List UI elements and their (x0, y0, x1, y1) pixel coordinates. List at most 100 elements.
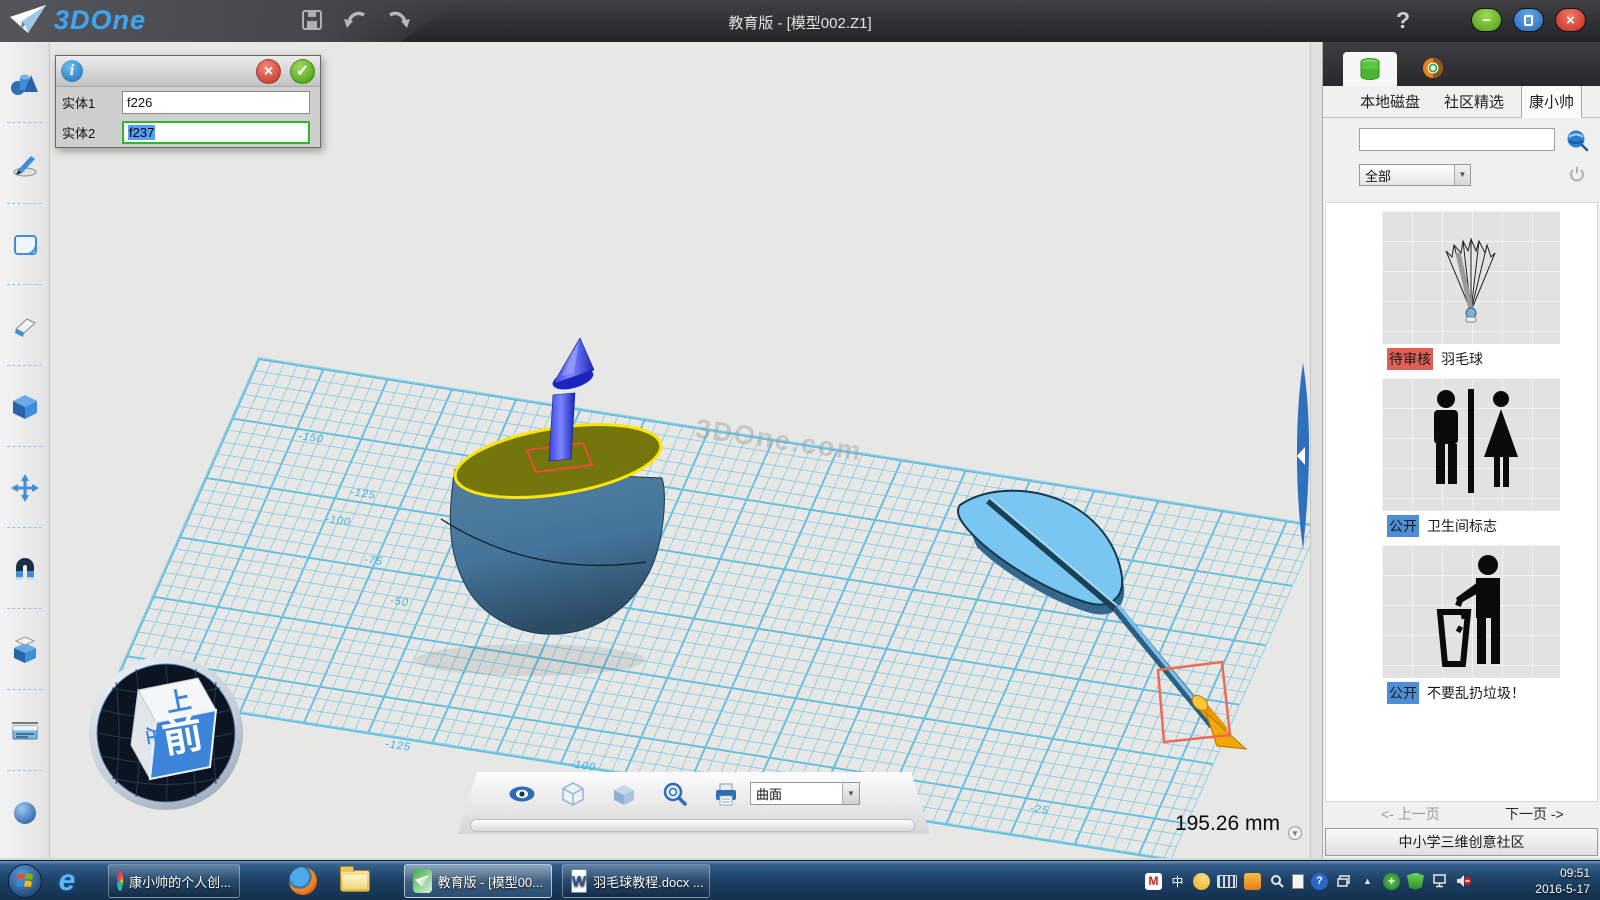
tool-surface[interactable] (0, 204, 49, 285)
tool-primitive-solids[interactable] (0, 42, 49, 123)
help-tray-icon[interactable]: ? (1311, 873, 1328, 890)
display-mode-value: 曲面 (751, 784, 842, 803)
mail-tray-icon[interactable]: M (1145, 873, 1162, 890)
360-tray-icon[interactable]: + (1383, 873, 1400, 890)
dialog-header[interactable]: i × ✓ (56, 56, 320, 87)
input-method-indicator[interactable]: 中 (1169, 873, 1186, 890)
community-tab[interactable] (1413, 54, 1453, 82)
measurement-readout: 195.26 mm (1060, 812, 1280, 836)
panel-collapse-handle[interactable] (1292, 360, 1310, 552)
chevron-down-icon[interactable]: ▼ (842, 783, 859, 804)
status-badge: 待审核 (1387, 348, 1433, 370)
help-icon[interactable]: ? (1396, 7, 1410, 34)
tool-combine[interactable] (0, 609, 49, 690)
list-item[interactable]: 待审核 羽毛球 (1326, 211, 1597, 370)
tray-time: 09:51 (1535, 865, 1590, 881)
list-item[interactable]: 公开 不要乱扔垃圾！ (1326, 545, 1597, 704)
shaded-cube-icon[interactable] (610, 780, 638, 808)
network-tray-icon[interactable] (1431, 873, 1448, 890)
boolean-operation-dialog: i × ✓ 实体1 f226 实体2 f237 (55, 55, 321, 148)
dome-solid[interactable] (415, 412, 666, 676)
prev-page-button[interactable]: <- 上一页 (1381, 804, 1440, 824)
measure-icon (10, 716, 40, 746)
taskbar-clock[interactable]: 09:51 2016-5-17 (1535, 865, 1590, 897)
left-toolbar (0, 42, 50, 858)
confirm-icon[interactable]: ✓ (290, 59, 315, 84)
window-restore-tray-icon[interactable] (1335, 873, 1352, 890)
primitive-solids-icon (10, 68, 40, 98)
keyboard-tray-icon[interactable] (1217, 875, 1237, 888)
tab-local-disk[interactable]: 本地磁盘 (1353, 86, 1427, 117)
local-database-tab[interactable] (1343, 52, 1397, 86)
chevron-down-icon: ▼ (1454, 165, 1470, 185)
print-icon[interactable] (712, 780, 740, 808)
magnifier-tray-icon[interactable] (1268, 873, 1285, 890)
volume-muted-tray-icon[interactable] (1455, 873, 1472, 890)
category-filter-select[interactable]: 全部 ▼ (1359, 164, 1471, 186)
taskbar-button-3done[interactable]: 教育版 - [模型00... (404, 864, 552, 898)
entity1-label: 实体1 (62, 93, 122, 112)
search-input[interactable] (1359, 128, 1555, 151)
next-page-button[interactable]: 下一页 -> (1505, 804, 1564, 824)
tool-move[interactable] (0, 447, 49, 528)
model-name: 羽毛球 (1441, 349, 1483, 369)
tab-user[interactable]: 康小帅 (1521, 85, 1582, 118)
undo-icon[interactable] (342, 7, 368, 33)
surface-icon (10, 230, 40, 260)
view-cube-top-label: 上 (164, 686, 194, 718)
search-globe-icon[interactable] (1565, 128, 1589, 152)
save-icon[interactable] (300, 8, 324, 32)
power-icon[interactable] (1569, 166, 1585, 182)
tab-community-featured[interactable]: 社区精选 (1437, 86, 1511, 117)
list-item[interactable]: 公开 卫生间标志 (1326, 378, 1597, 537)
model-thumbnail-restroom[interactable] (1382, 378, 1560, 511)
3d-viewport[interactable]: -125 -100 -75 -50 -25 -150 -125 -100 -75… (50, 42, 1310, 858)
paper-plane-icon (8, 3, 48, 37)
maximize-button[interactable] (1513, 8, 1544, 32)
tray-date: 2016-5-17 (1535, 881, 1590, 897)
model-thumbnail-littering[interactable] (1382, 545, 1560, 678)
feather-tip-arrow[interactable] (1189, 693, 1246, 749)
document-tray-icon[interactable] (1292, 874, 1304, 889)
windows-logo-icon (15, 871, 35, 891)
internet-explorer-icon[interactable]: e (50, 865, 84, 897)
window-title: 教育版 - [模型002.Z1] (728, 12, 871, 33)
wireframe-cube-icon[interactable] (559, 780, 587, 808)
library-panel: 本地磁盘 社区精选 康小帅 全部 ▼ (1322, 42, 1600, 858)
moon-tray-icon[interactable] (1193, 873, 1210, 890)
model-thumbnail-shuttlecock[interactable] (1382, 211, 1560, 344)
tool-material[interactable] (0, 771, 49, 852)
firefox-icon[interactable] (286, 865, 320, 897)
tool-measure[interactable] (0, 690, 49, 771)
file-explorer-icon[interactable] (338, 865, 372, 897)
tool-sketch[interactable] (0, 123, 49, 204)
show-hidden-icons-button[interactable]: ▲ (1359, 873, 1376, 890)
model-list: 待审核 羽毛球 公开 (1325, 202, 1598, 802)
cancel-icon[interactable]: × (256, 59, 281, 84)
feather-solid[interactable] (958, 491, 1212, 724)
taskbar-button-browser[interactable]: 康小帅的个人创... (108, 864, 240, 898)
display-mode-select[interactable]: 曲面 ▼ (750, 782, 860, 805)
restore-icon (1524, 15, 1533, 26)
redo-icon[interactable] (386, 7, 412, 33)
horizontal-scrollbar[interactable] (470, 819, 915, 832)
view-cube[interactable]: 前 上 左 (86, 652, 246, 812)
status-badge: 公开 (1387, 682, 1419, 704)
close-button[interactable]: × (1555, 8, 1586, 32)
minimize-button[interactable]: − (1471, 8, 1502, 32)
eraser-icon (10, 311, 40, 341)
entity1-field[interactable]: f226 (122, 91, 310, 114)
community-footer-button[interactable]: 中小学三维创意社区 (1325, 828, 1598, 856)
shield-tray-icon[interactable] (1407, 873, 1424, 890)
start-button[interactable] (8, 864, 42, 898)
viewport-scrollbar[interactable] (1310, 42, 1322, 858)
tool-solid-edit[interactable] (0, 366, 49, 447)
tool-eraser[interactable] (0, 285, 49, 366)
zoom-magnifier-icon[interactable] (661, 780, 689, 808)
measurement-dropdown-button[interactable]: ▼ (1288, 826, 1302, 840)
tool-magnet[interactable] (0, 528, 49, 609)
sogou-tray-icon[interactable] (1244, 873, 1261, 890)
entity2-field[interactable]: f237 (122, 121, 310, 144)
taskbar-button-word[interactable]: W 羽毛球教程.docx ... (562, 864, 710, 898)
visibility-eye-icon[interactable] (508, 780, 536, 808)
